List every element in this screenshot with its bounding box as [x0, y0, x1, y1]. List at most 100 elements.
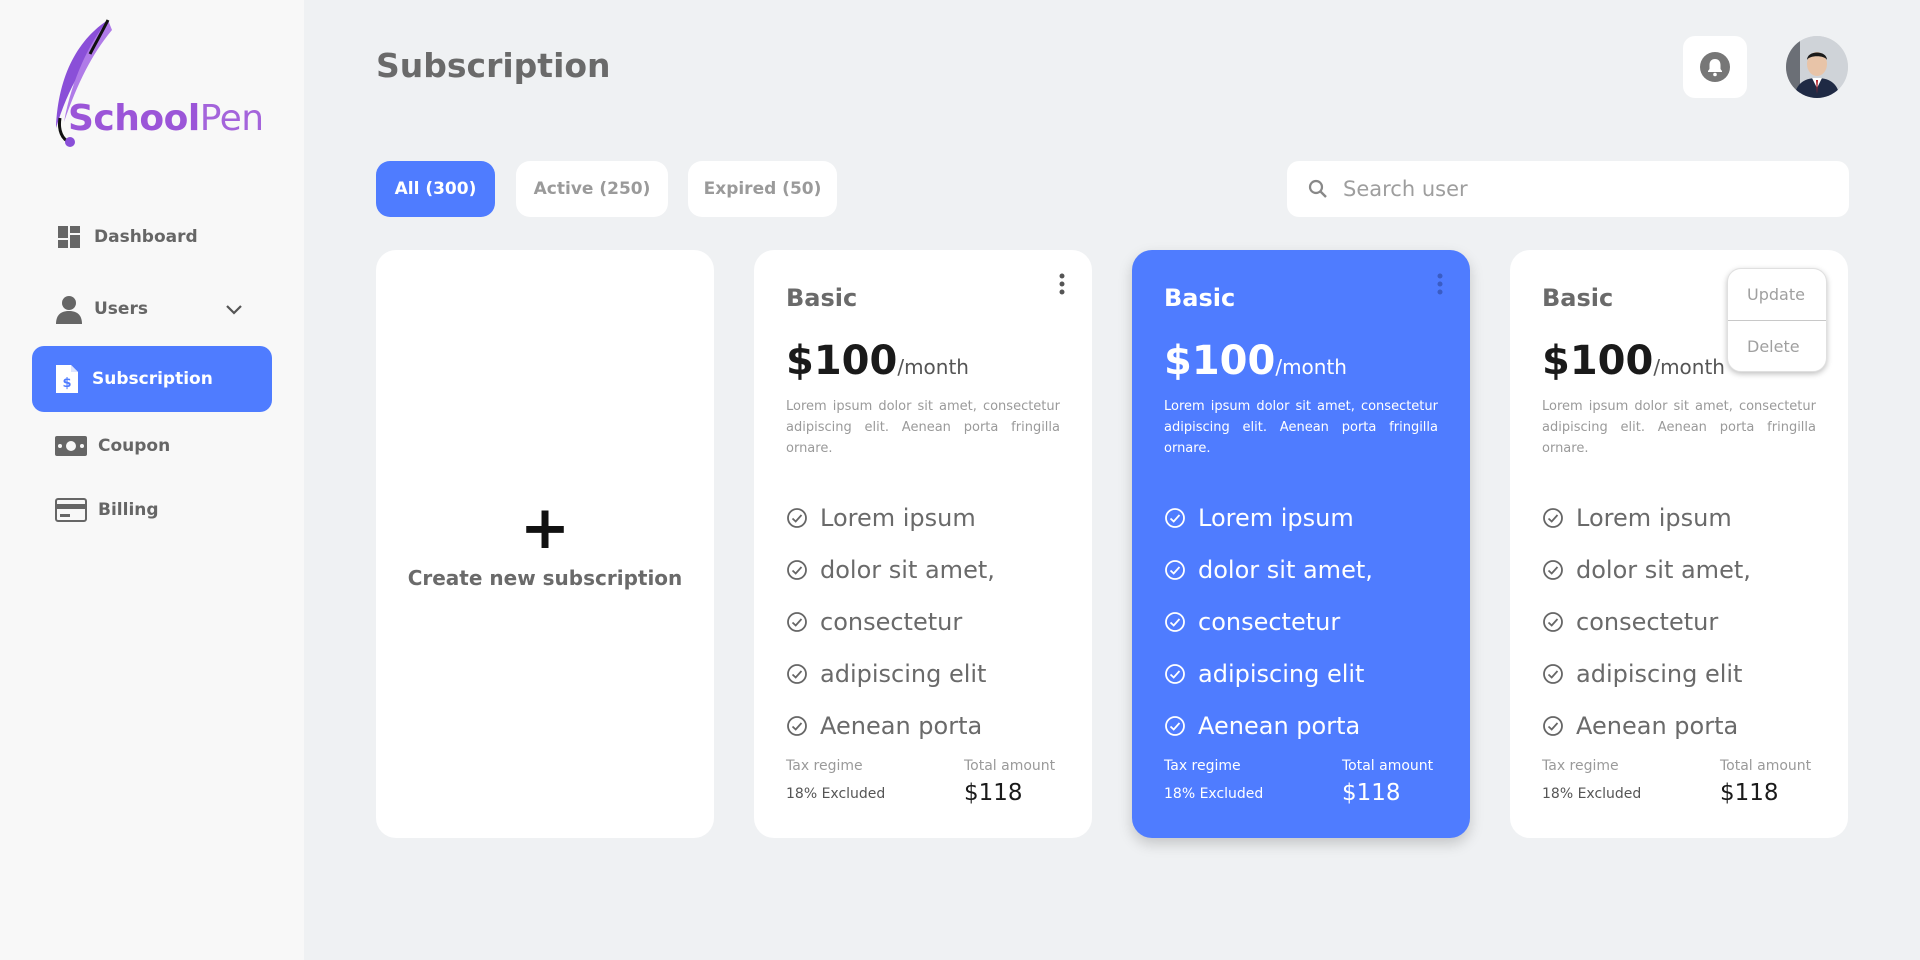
feature-item: consectetur — [1542, 596, 1751, 648]
feature-text: consectetur — [820, 608, 963, 636]
sidebar-item-coupon[interactable]: Coupon — [32, 413, 272, 479]
feature-list: Lorem ipsum dolor sit amet, consectetur … — [1542, 492, 1751, 752]
check-circle-icon — [1165, 560, 1185, 580]
sidebar-item-users[interactable]: Users — [32, 276, 272, 342]
document-dollar-icon: $ — [52, 364, 82, 394]
tax-label: Tax regime — [786, 758, 863, 774]
check-circle-icon — [1165, 664, 1185, 684]
more-options-icon[interactable] — [1432, 272, 1448, 296]
plan-period: /month — [1653, 355, 1725, 379]
feature-item: Aenean porta — [1164, 700, 1373, 752]
feature-item: Lorem ipsum — [1542, 492, 1751, 544]
filter-all-button[interactable]: All (300) — [376, 161, 495, 217]
create-subscription-card[interactable]: + Create new subscription — [376, 250, 714, 838]
cash-icon — [54, 431, 88, 461]
plan-price: $100 — [1542, 338, 1654, 384]
feature-item: consectetur — [786, 596, 995, 648]
feature-item: Aenean porta — [786, 700, 995, 752]
search-bar — [1287, 161, 1849, 217]
dashboard-icon — [54, 222, 84, 252]
tax-value: 18% Excluded — [1542, 786, 1642, 802]
plan-name: Basic — [1542, 284, 1614, 312]
check-circle-icon — [1165, 508, 1185, 528]
feature-item: Lorem ipsum — [1164, 492, 1373, 544]
sidebar-item-subscription[interactable]: $ Subscription — [32, 346, 272, 412]
filter-active-button[interactable]: Active (250) — [516, 161, 668, 217]
search-input[interactable] — [1343, 177, 1823, 201]
check-circle-icon — [1543, 560, 1563, 580]
notifications-button[interactable] — [1683, 36, 1747, 98]
sidebar-item-label: Dashboard — [94, 227, 198, 247]
total-label: Total amount — [1342, 758, 1434, 774]
bell-icon — [1700, 52, 1730, 82]
check-circle-icon — [787, 612, 807, 632]
brand-name: SchoolPen — [68, 98, 264, 139]
plan-description: Lorem ipsum dolor sit amet, consectetur … — [1542, 399, 1816, 456]
feature-item: dolor sit amet, — [786, 544, 995, 596]
feature-text: Aenean porta — [1198, 712, 1361, 740]
sidebar-item-label: Billing — [98, 500, 159, 520]
plan-options-menu: Update Delete — [1727, 268, 1827, 372]
total-label: Total amount — [1720, 758, 1812, 774]
feature-text: consectetur — [1576, 608, 1719, 636]
price-row: $100/month — [1542, 338, 1725, 384]
plan-period: /month — [1275, 355, 1347, 379]
check-circle-icon — [1543, 664, 1563, 684]
feature-item: adipiscing elit — [1164, 648, 1373, 700]
more-options-icon[interactable] — [1054, 272, 1070, 296]
svg-text:$: $ — [62, 376, 71, 391]
brand-name-part1: School — [68, 98, 200, 139]
feature-text: consectetur — [1198, 608, 1341, 636]
create-subscription-label: Create new subscription — [407, 566, 683, 590]
feature-text: Lorem ipsum — [820, 504, 976, 532]
credit-card-icon — [54, 495, 88, 525]
sidebar-item-label: Users — [94, 299, 148, 319]
check-circle-icon — [787, 716, 807, 736]
feature-item: dolor sit amet, — [1542, 544, 1751, 596]
chevron-down-icon[interactable] — [226, 300, 242, 319]
delete-menu-item[interactable]: Delete — [1728, 321, 1826, 372]
total-label: Total amount — [964, 758, 1056, 774]
feature-item: Aenean porta — [1542, 700, 1751, 752]
sidebar: SchoolPen Dashboard Users $ Subscription… — [0, 0, 304, 960]
feature-text: adipiscing elit — [820, 660, 987, 688]
user-avatar[interactable] — [1786, 36, 1848, 98]
feature-text: dolor sit amet, — [820, 556, 995, 584]
plus-icon: + — [519, 493, 571, 563]
feature-item: dolor sit amet, — [1164, 544, 1373, 596]
sidebar-item-label: Subscription — [92, 369, 213, 389]
tax-label: Tax regime — [1542, 758, 1619, 774]
plan-description: Lorem ipsum dolor sit amet, consectetur … — [786, 399, 1060, 456]
update-menu-item[interactable]: Update — [1728, 269, 1826, 320]
user-icon — [54, 294, 84, 324]
feature-text: adipiscing elit — [1198, 660, 1365, 688]
check-circle-icon — [1165, 612, 1185, 632]
feature-text: adipiscing elit — [1576, 660, 1743, 688]
sidebar-item-dashboard[interactable]: Dashboard — [32, 204, 272, 270]
check-circle-icon — [1165, 716, 1185, 736]
sidebar-item-label: Coupon — [98, 436, 171, 456]
feature-text: Lorem ipsum — [1198, 504, 1354, 532]
plan-name: Basic — [1164, 284, 1236, 312]
price-row: $100/month — [786, 338, 969, 384]
feature-item: Lorem ipsum — [786, 492, 995, 544]
feature-text: dolor sit amet, — [1198, 556, 1373, 584]
plan-description: Lorem ipsum dolor sit amet, consectetur … — [1164, 399, 1438, 456]
plan-period: /month — [897, 355, 969, 379]
check-circle-icon — [787, 508, 807, 528]
plan-card: Basic $100/month Lorem ipsum dolor sit a… — [754, 250, 1092, 838]
check-circle-icon — [1543, 612, 1563, 632]
filter-expired-button[interactable]: Expired (50) — [688, 161, 837, 217]
sidebar-item-billing[interactable]: Billing — [32, 477, 272, 543]
feature-text: Lorem ipsum — [1576, 504, 1732, 532]
feature-list: Lorem ipsum dolor sit amet, consectetur … — [1164, 492, 1373, 752]
feature-text: dolor sit amet, — [1576, 556, 1751, 584]
search-icon — [1308, 179, 1327, 198]
plan-price: $100 — [786, 338, 898, 384]
price-row: $100/month — [1164, 338, 1347, 384]
plan-card-highlighted: Basic $100/month Lorem ipsum dolor sit a… — [1132, 250, 1470, 838]
feature-text: Aenean porta — [820, 712, 983, 740]
feature-item: adipiscing elit — [1542, 648, 1751, 700]
plan-price: $100 — [1164, 338, 1276, 384]
page-title: Subscription — [376, 46, 611, 85]
